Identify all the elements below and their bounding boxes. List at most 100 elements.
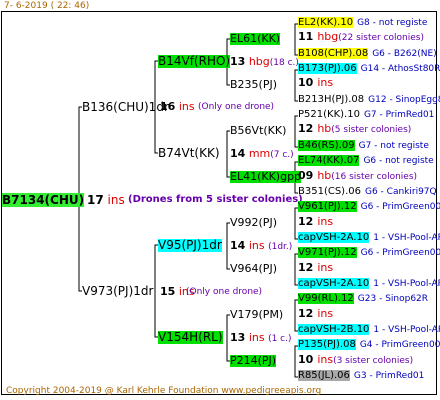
ggg-stat-row: 09 hb(16 sister colonies) bbox=[298, 170, 417, 183]
ggg-note: (16 sister colonies) bbox=[331, 172, 418, 182]
ggg-row[interactable]: V961(PJ).12 G6 - PrimGreen00 bbox=[298, 200, 440, 213]
ggg-stat-row: 12 hb(5 sister colonies) bbox=[298, 123, 411, 136]
parent1-count: 16 bbox=[160, 100, 176, 113]
ggg-row[interactable]: B108(CHP).08 G6 - B262(NE) bbox=[298, 47, 437, 60]
ggg-desc: G12 - SinopEgg86R bbox=[368, 95, 440, 105]
grandparent1-note: (18 c.) bbox=[269, 58, 299, 68]
root-id[interactable]: B7134(CHU) bbox=[2, 193, 85, 207]
parent1-note: (Only one drone) bbox=[198, 102, 275, 112]
ggg-desc: G3 - PrimRed01 bbox=[353, 371, 425, 381]
ggg-id[interactable]: EL2(KK).10 bbox=[298, 17, 354, 28]
ggg-note: (3 sister colonies) bbox=[333, 356, 414, 366]
ggg-id[interactable]: B173(PJ).06 bbox=[298, 63, 357, 74]
grandparent4-note: (1 c.) bbox=[268, 334, 292, 344]
grandparent2-count: 14 bbox=[230, 147, 246, 160]
gg-5[interactable]: V964(PJ) bbox=[230, 263, 277, 275]
gg-3[interactable]: EL41(KK)gpp bbox=[230, 171, 302, 183]
ggg-id[interactable]: R85(JL).06 bbox=[298, 370, 350, 381]
grandparent3-note: (1dr.) bbox=[268, 242, 293, 252]
ggg-id[interactable]: V971(PJ).12 bbox=[298, 247, 357, 258]
ggg-desc: G14 - AthosSt80R bbox=[360, 64, 440, 74]
ggg-desc: G23 - Sinop62R bbox=[357, 294, 429, 304]
ggg-id[interactable]: capVSH-2A.10 bbox=[298, 232, 370, 243]
ggg-unit: ins bbox=[317, 215, 334, 228]
ggg-desc: G6 - not registe bbox=[363, 156, 434, 166]
ggg-id[interactable]: capVSH-2B.10 bbox=[298, 324, 370, 335]
gg-7[interactable]: P214(PJ) bbox=[230, 355, 277, 367]
ggg-row[interactable]: B46(RS).09 G7 - not registe bbox=[298, 139, 429, 152]
grandparent3-id[interactable]: V95(PJ)1dr bbox=[158, 239, 222, 252]
grandparent4-stat: 13 ins (1 c.) bbox=[230, 332, 292, 345]
ggg-id[interactable]: B351(CS).06 bbox=[298, 186, 361, 197]
gg-0[interactable]: EL61(KK) bbox=[230, 33, 281, 45]
ggg-unit: ins bbox=[317, 76, 334, 89]
ggg-id[interactable]: B213H(PJ).08 bbox=[298, 94, 364, 105]
ggg-row[interactable]: EL74(KK).07 G6 - not registe bbox=[298, 154, 434, 167]
gg-1[interactable]: B235(PJ) bbox=[230, 79, 277, 91]
root-count: 17 bbox=[87, 193, 104, 207]
grandparent4-id[interactable]: V154H(RL) bbox=[158, 331, 223, 344]
ggg-unit: ins bbox=[317, 261, 334, 274]
gg-6[interactable]: V179(PM) bbox=[230, 309, 283, 321]
ggg-count: 11 bbox=[298, 30, 314, 43]
ggg-count: 09 bbox=[298, 169, 314, 182]
ggg-row[interactable]: R85(JL).06 G3 - PrimRed01 bbox=[298, 369, 424, 382]
root-stat: 17 ins bbox=[87, 193, 125, 207]
ggg-id[interactable]: capVSH-2A.10 bbox=[298, 278, 370, 289]
grandparent2-stat: 14 mm(7 c.) bbox=[230, 148, 294, 161]
ggg-unit: hb bbox=[317, 169, 332, 182]
ggg-unit: hbg bbox=[317, 30, 339, 43]
ggg-id[interactable]: P135(PJ).08 bbox=[298, 339, 356, 350]
ggg-row[interactable]: EL2(KK).10 G8 - not registe bbox=[298, 16, 427, 29]
grandparent1-stat: 13 hbg(18 c.) bbox=[230, 56, 299, 69]
parent1-unit: ins bbox=[178, 100, 195, 113]
ggg-id[interactable]: V961(PJ).12 bbox=[298, 201, 357, 212]
ggg-desc: 1 - VSH-Pool-AR bbox=[373, 233, 440, 243]
ggg-id[interactable]: P521(KK).10 bbox=[298, 109, 360, 120]
ggg-stat-row: 10 ins(3 sister colonies) bbox=[298, 354, 413, 367]
ggg-row[interactable]: capVSH-2B.10 1 - VSH-Pool-AR bbox=[298, 323, 440, 336]
ggg-row[interactable]: B173(PJ).06 G14 - AthosSt80R bbox=[298, 62, 440, 75]
ggg-row[interactable]: capVSH-2A.10 1 - VSH-Pool-AR bbox=[298, 277, 440, 290]
ggg-id[interactable]: EL74(KK).07 bbox=[298, 155, 360, 166]
ggg-stat-row: 12 ins bbox=[298, 308, 333, 321]
ggg-row[interactable]: V99(RL).12 G23 - Sinop62R bbox=[298, 292, 428, 305]
ggg-count: 12 bbox=[298, 122, 314, 135]
ggg-count: 10 bbox=[298, 353, 314, 366]
ggg-row[interactable]: B213H(PJ).08 G12 - SinopEgg86R bbox=[298, 93, 440, 106]
grandparent4-unit: ins bbox=[248, 331, 265, 344]
grandparent4-count: 13 bbox=[230, 331, 246, 344]
ggg-note: (5 sister colonies) bbox=[331, 125, 412, 135]
grandparent2-note: (7 c.) bbox=[270, 150, 294, 160]
ggg-desc: G7 - PrimRed01 bbox=[363, 110, 435, 120]
ggg-row[interactable]: P135(PJ).08 G4 - PrimGreen00 bbox=[298, 338, 440, 351]
ggg-id[interactable]: V99(RL).12 bbox=[298, 293, 354, 304]
parent2-id[interactable]: V973(PJ)1dr bbox=[82, 285, 153, 298]
ggg-desc: G7 - not registe bbox=[358, 141, 429, 151]
ggg-id[interactable]: B46(RS).09 bbox=[298, 140, 355, 151]
grandparent2-id[interactable]: B74Vt(KK) bbox=[158, 147, 220, 160]
ggg-row[interactable]: V971(PJ).12 G6 - PrimGreen00 bbox=[298, 246, 440, 259]
ggg-desc: G8 - not registe bbox=[357, 18, 428, 28]
parent2-note: (Only one drone) bbox=[186, 287, 263, 297]
ggg-id[interactable]: B108(CHP).08 bbox=[298, 48, 369, 59]
ggg-stat-row: 12 ins bbox=[298, 216, 333, 229]
gg-4[interactable]: V992(PJ) bbox=[230, 217, 277, 229]
ggg-stat-row: 11 hbg(22 sister colonies) bbox=[298, 31, 424, 44]
ggg-row[interactable]: P521(KK).10 G7 - PrimRed01 bbox=[298, 108, 434, 121]
grandparent1-id[interactable]: B14Vf(RHO) bbox=[158, 55, 231, 68]
date-header: 7- 6-2019 ( 22: 46) bbox=[4, 1, 90, 11]
ggg-row[interactable]: B351(CS).06 G6 - Cankiri97Q bbox=[298, 185, 437, 198]
root-unit: ins bbox=[107, 193, 125, 207]
gg-2[interactable]: B56Vt(KK) bbox=[230, 125, 286, 137]
ggg-row[interactable]: capVSH-2A.10 1 - VSH-Pool-AR bbox=[298, 231, 440, 244]
ggg-count: 12 bbox=[298, 307, 314, 320]
ggg-desc: G4 - PrimGreen00 bbox=[359, 340, 440, 350]
ggg-desc: 1 - VSH-Pool-AR bbox=[373, 325, 440, 335]
copyright-footer: Copyright 2004-2019 @ Karl Kehrle Founda… bbox=[6, 386, 322, 396]
ggg-count: 12 bbox=[298, 215, 314, 228]
grandparent3-unit: ins bbox=[248, 239, 265, 252]
grandparent1-unit: hbg bbox=[248, 55, 270, 68]
parent1-id[interactable]: B136(CHU)1dr bbox=[82, 101, 169, 114]
ggg-unit: ins bbox=[317, 307, 334, 320]
